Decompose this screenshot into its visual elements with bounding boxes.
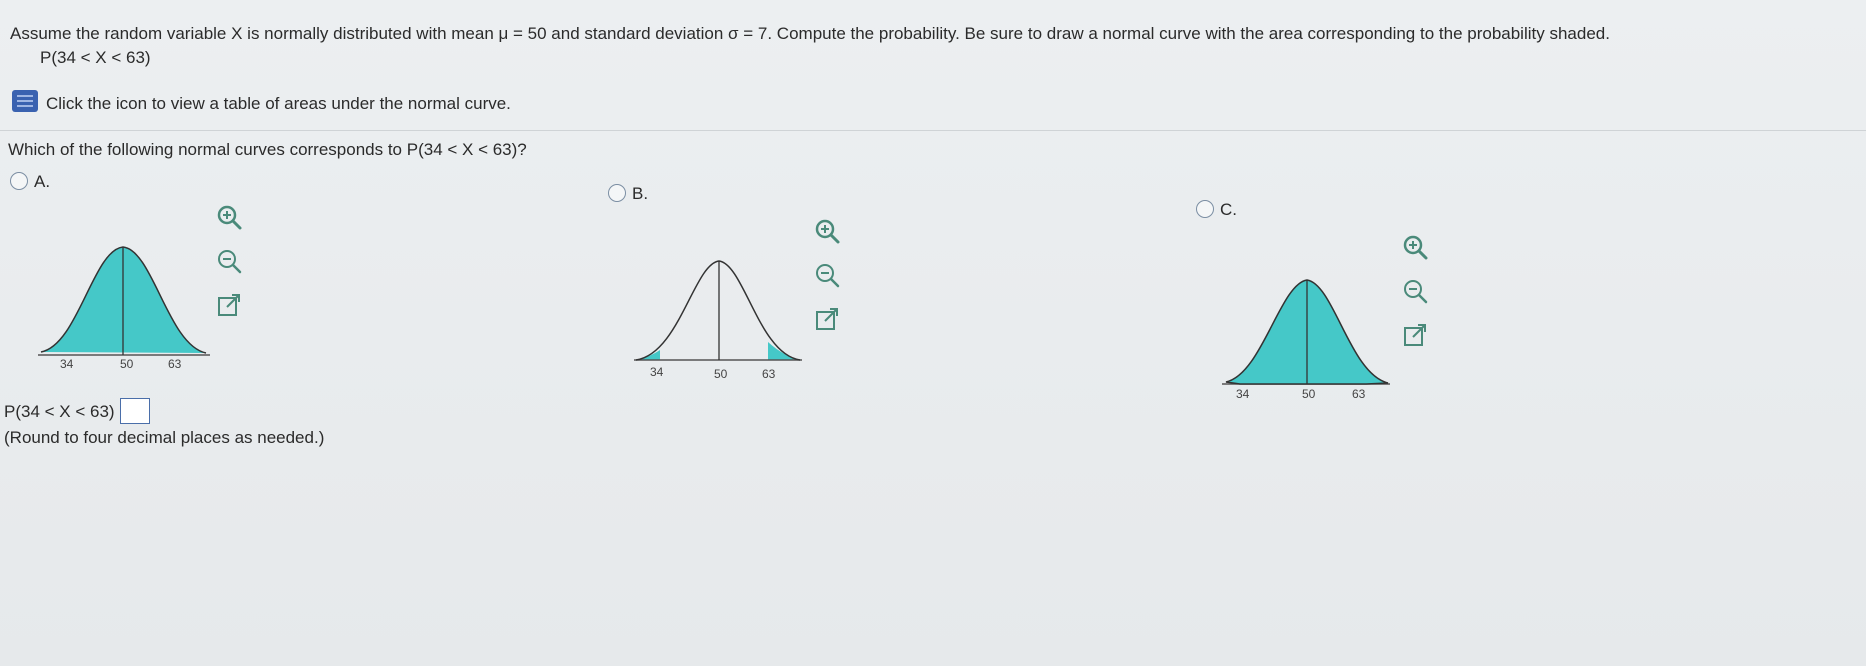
normal-curve-b: 34 50 63 xyxy=(634,260,802,381)
option-a-label: A. xyxy=(34,172,51,191)
curve-c-group: 34 50 63 xyxy=(1222,279,1390,401)
question-expression: P(34 < X < 63) xyxy=(40,48,151,67)
curve-a-group: 34 50 63 xyxy=(38,246,210,371)
divider xyxy=(0,130,1866,131)
option-c-label: C. xyxy=(1220,200,1237,219)
sub-question: Which of the following normal curves cor… xyxy=(8,140,527,159)
curve-b-group: 34 50 63 xyxy=(634,260,802,381)
zoom-out-icon[interactable] xyxy=(812,260,842,290)
option-b-label: B. xyxy=(632,184,649,203)
tick-b-3: 63 xyxy=(762,367,776,381)
tick-a-2: 50 xyxy=(120,357,134,371)
tick-a-3: 63 xyxy=(168,357,182,371)
tick-b-1: 34 xyxy=(650,365,664,379)
tick-c-3: 63 xyxy=(1352,387,1366,401)
zoom-out-icon[interactable] xyxy=(1400,276,1430,306)
popout-icon[interactable] xyxy=(214,290,244,320)
radio-option-b[interactable] xyxy=(608,184,626,202)
tick-c-1: 34 xyxy=(1236,387,1250,401)
zoom-in-icon[interactable] xyxy=(812,216,842,246)
answer-input[interactable] xyxy=(120,398,150,424)
radio-option-c[interactable] xyxy=(1196,200,1214,218)
zoom-in-icon[interactable] xyxy=(1400,232,1430,262)
zoom-in-icon[interactable] xyxy=(214,202,244,232)
radio-option-a[interactable] xyxy=(10,172,28,190)
answer-label: P(34 < X < 63) = xyxy=(4,402,130,421)
popout-icon[interactable] xyxy=(1400,320,1430,350)
table-hint-link[interactable]: Click the icon to view a table of areas … xyxy=(46,94,511,114)
popout-icon[interactable] xyxy=(812,304,842,334)
normal-curve-c: 34 50 63 xyxy=(1222,279,1390,401)
tick-a-1: 34 xyxy=(60,357,74,371)
tick-b-2: 50 xyxy=(714,367,728,381)
zoom-out-icon[interactable] xyxy=(214,246,244,276)
question-prompt: Assume the random variable X is normally… xyxy=(10,24,1610,43)
book-icon[interactable] xyxy=(12,90,38,112)
tick-c-2: 50 xyxy=(1302,387,1316,401)
rounding-note: (Round to four decimal places as needed.… xyxy=(4,428,325,447)
normal-curve-a: 34 50 63 xyxy=(38,246,210,371)
